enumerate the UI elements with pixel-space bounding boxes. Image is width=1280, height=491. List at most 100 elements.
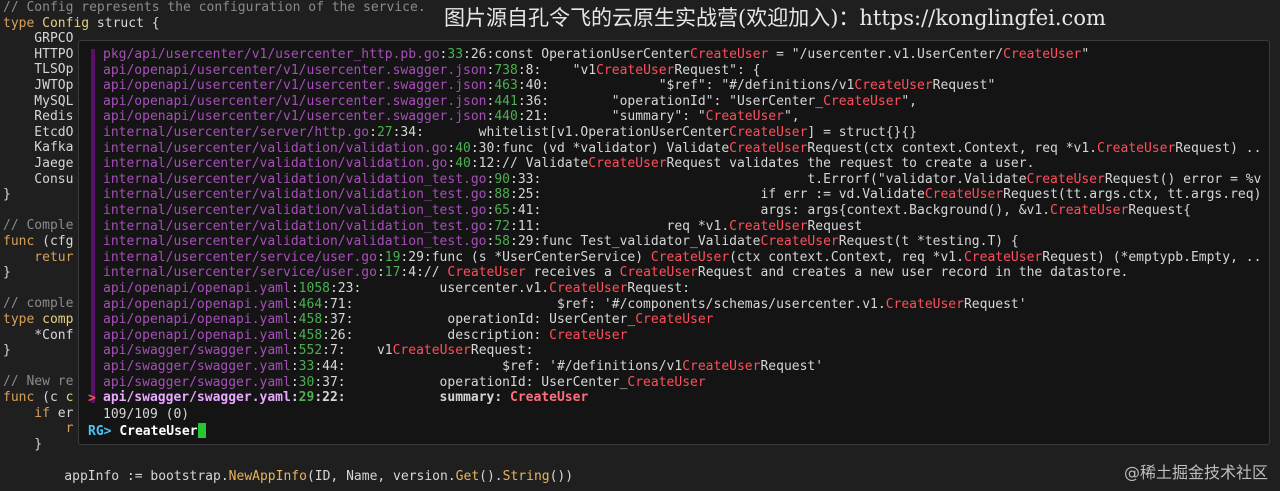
result-item[interactable]: api/swagger/swagger.yaml:552:7: v1Create… (103, 343, 1263, 359)
result-line-number: 552 (298, 343, 323, 359)
result-text: (ctx context.Context, req *v1. (729, 249, 964, 265)
result-item[interactable]: api/openapi/openapi.yaml:464:71: $ref: '… (103, 297, 1263, 313)
result-item[interactable]: internal/usercenter/validation/validatio… (103, 187, 1263, 203)
result-item[interactable]: api/openapi/usercenter/v1/usercenter.swa… (103, 78, 1263, 94)
result-text: : (290, 359, 299, 374)
result-text: :4:// (400, 265, 448, 281)
result-item[interactable]: api/swagger/swagger.yaml:30:37: operatio… (103, 375, 1263, 391)
result-text: Request validates the request to create … (666, 156, 1035, 172)
result-match: CreateUser (588, 156, 667, 172)
result-match: CreateUser (510, 390, 589, 406)
result-item[interactable]: internal/usercenter/service/user.go:19:2… (103, 250, 1263, 266)
result-text: ", (783, 109, 800, 125)
code-token: (c (42, 390, 66, 405)
code-token: NewAppInfo (228, 469, 307, 484)
result-text: :11: req *v1. (510, 218, 730, 234)
code-token: type (3, 312, 43, 327)
code-token: comp (42, 312, 74, 327)
result-match: CreateUser (627, 374, 706, 390)
result-line-number: 40 (455, 140, 471, 156)
code-line: Consu (3, 172, 73, 188)
corner-watermark: @稀土掘金技术社区 (1123, 463, 1268, 483)
result-match: CreateUser (650, 249, 730, 265)
code-line: func (c c (3, 390, 73, 406)
code-line: func (cfg (3, 234, 73, 250)
result-item[interactable]: api/openapi/usercenter/v1/usercenter.swa… (103, 94, 1263, 110)
result-line-number: 33 (298, 359, 315, 374)
result-text: :40: "$ref": "#/definitions/v1 (517, 78, 855, 94)
code-token: struct { (89, 15, 160, 31)
code-token: r (3, 421, 74, 437)
code-token: // Config represents the configuration o… (3, 0, 426, 15)
code-token: } (3, 265, 11, 281)
code-line: // Config represents the configuration o… (3, 0, 426, 16)
result-text: :29:func (s *UserCenterService) (400, 249, 651, 265)
result-text: ] = struct{}{} (807, 125, 917, 140)
result-line-number: 65 (494, 203, 510, 218)
result-item[interactable]: internal/usercenter/validation/validatio… (103, 203, 1263, 219)
code-token: (cfg (42, 234, 74, 249)
result-item[interactable]: internal/usercenter/server/http.go:27:34… (103, 125, 1263, 141)
popup-gutter (91, 49, 95, 403)
result-file-path: api/swagger/swagger.yaml (103, 390, 291, 406)
result-line-number: 458 (298, 327, 323, 343)
result-file-path: api/openapi/openapi.yaml (103, 327, 291, 343)
code-token: TLSOp (3, 62, 74, 78)
result-match: CreateUser (1050, 203, 1129, 218)
result-file-path: internal/usercenter/service/user.go (103, 249, 377, 265)
code-line: JWTOp (3, 78, 73, 94)
result-item[interactable]: internal/usercenter/validation/validatio… (103, 156, 1263, 172)
result-match: CreateUser (682, 359, 761, 374)
result-line-number: 90 (494, 171, 510, 187)
result-item[interactable]: api/openapi/usercenter/v1/usercenter.swa… (103, 63, 1263, 79)
result-file-path: api/swagger/swagger.yaml (103, 359, 291, 374)
result-item[interactable]: api/openapi/openapi.yaml:458:26: descrip… (103, 328, 1263, 344)
result-text: :26: description: (322, 327, 550, 343)
result-text: Request(tt.args.ctx, tt.args.req); .. (1003, 187, 1263, 203)
code-token: JWTOp (3, 78, 74, 93)
code-token: EtcdO (3, 124, 74, 140)
result-line-number: 30 (298, 374, 315, 390)
code-line: MySQL (3, 94, 73, 110)
selection-marker: > (88, 391, 96, 406)
result-item[interactable]: api/openapi/openapi.yaml:458:37: operati… (103, 312, 1263, 328)
code-token: c (65, 390, 74, 405)
result-text: Request: (627, 281, 691, 296)
match-count: 109/109 (0) (103, 407, 190, 422)
result-text: Request (807, 218, 863, 234)
result-line-number: 463 (494, 78, 518, 94)
code-line: // New re (3, 374, 73, 390)
code-token: GRPCO (3, 31, 74, 47)
result-file-path: api/openapi/openapi.yaml (103, 296, 291, 312)
result-text: :33: t.Errorf("validator.Validate (510, 171, 1027, 187)
code-token: Jaege (3, 156, 74, 171)
result-item[interactable]: api/openapi/usercenter/v1/usercenter.swa… (103, 109, 1263, 125)
watermark-text: 图片源自孔令飞的云原生实战营(欢迎加入)：https://konglingfei… (444, 6, 1106, 30)
code-token: Consu (3, 171, 74, 187)
result-item[interactable]: internal/usercenter/validation/validatio… (103, 219, 1263, 235)
result-item[interactable]: api/swagger/swagger.yaml:33:44: $ref: '#… (103, 359, 1263, 375)
code-token: func (3, 234, 43, 249)
result-line-number: 441 (494, 93, 518, 109)
result-match: CreateUser (823, 93, 902, 109)
result-item[interactable]: internal/usercenter/service/user.go:17:4… (103, 265, 1263, 281)
result-item[interactable]: internal/usercenter/validation/validatio… (103, 234, 1263, 250)
result-text: : (290, 390, 299, 406)
result-line-number: 29 (298, 390, 315, 406)
result-file-path: internal/usercenter/service/user.go (103, 265, 377, 281)
result-file-path: internal/usercenter/validation/validatio… (103, 203, 487, 218)
result-item[interactable]: internal/usercenter/validation/validatio… (103, 172, 1263, 188)
result-file-path: internal/usercenter/validation/validatio… (103, 156, 448, 172)
result-file-path: api/openapi/usercenter/v1/usercenter.swa… (103, 109, 487, 125)
result-item[interactable]: internal/usercenter/validation/validatio… (103, 141, 1263, 157)
result-match: CreateUser (885, 296, 964, 312)
result-item-selected[interactable]: api/swagger/swagger.yaml:29:22: summary:… (103, 390, 1263, 406)
search-prompt[interactable]: RG> CreateUser (88, 423, 206, 440)
result-match: CreateUser (854, 78, 933, 94)
code-token: Config (42, 15, 90, 31)
result-item[interactable]: pkg/api/usercenter/v1/usercenter_http.pb… (103, 47, 1263, 63)
result-item[interactable]: api/openapi/openapi.yaml:1058:23: userce… (103, 281, 1263, 297)
code-line: type comp (3, 312, 73, 328)
result-text: Request) .. (1175, 140, 1262, 156)
search-query-input[interactable]: CreateUser (119, 424, 197, 439)
